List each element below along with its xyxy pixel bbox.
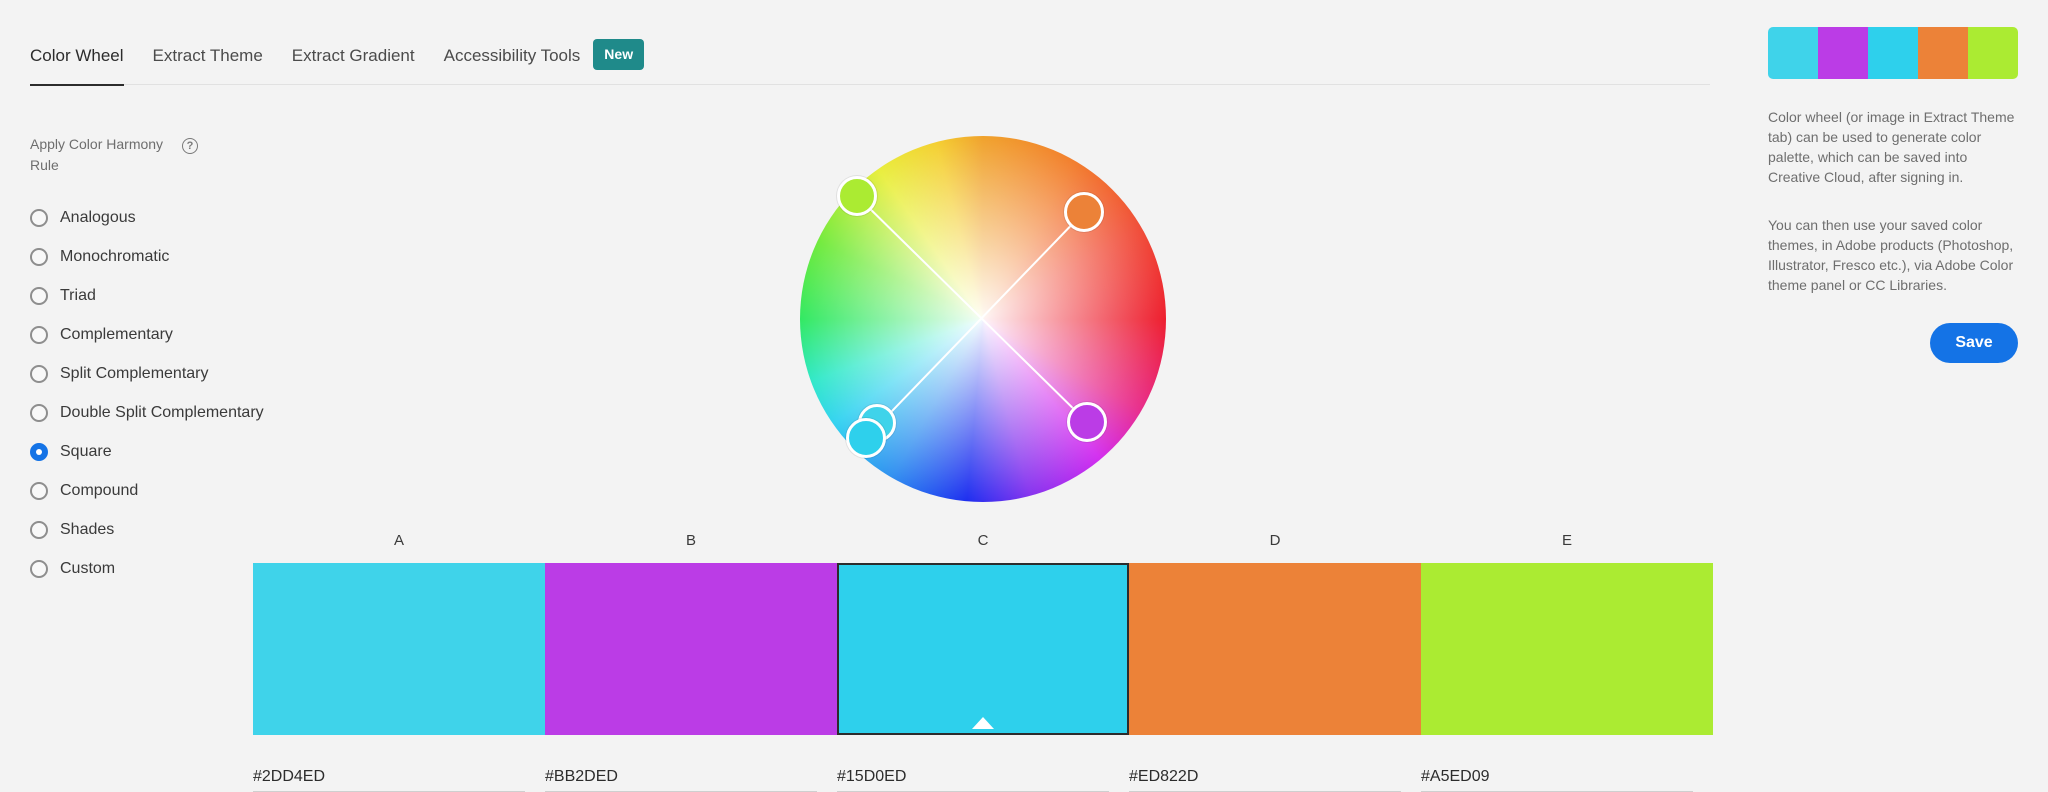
- rule-analogous[interactable]: Analogous: [30, 198, 264, 237]
- radio-compound[interactable]: [30, 481, 48, 500]
- new-badge: New: [593, 39, 645, 70]
- swatch-label-d: D: [1269, 532, 1281, 549]
- swatch-d[interactable]: [1129, 563, 1421, 735]
- rule-label: Monochromatic: [60, 247, 170, 265]
- help-icon[interactable]: ?: [182, 138, 198, 154]
- wheel-handle-b[interactable]: [1067, 402, 1107, 442]
- save-button[interactable]: Save: [1930, 323, 2018, 363]
- swatch-e[interactable]: [1421, 563, 1713, 735]
- rule-custom[interactable]: Custom: [30, 549, 264, 588]
- hex-field-a[interactable]: #2DD4ED: [253, 766, 525, 792]
- hex-field-c[interactable]: #15D0ED: [837, 766, 1109, 792]
- preview-swatch-b: [1818, 27, 1868, 79]
- info-paragraph-1: Color wheel (or image in Extract Theme t…: [1768, 109, 2015, 185]
- preview-swatch-c: [1868, 27, 1918, 79]
- swatch-label-b: B: [685, 532, 696, 549]
- rule-label: Compound: [60, 481, 139, 499]
- rule-monochromatic[interactable]: Monochromatic: [30, 237, 264, 276]
- tab-bar: Color Wheel Extract Theme Extract Gradie…: [30, 28, 1710, 86]
- rule-shades[interactable]: Shades: [30, 510, 264, 549]
- caret-up-icon: [972, 717, 994, 729]
- rule-label: Analogous: [60, 208, 136, 226]
- preview-swatch-e: [1968, 27, 2018, 79]
- radio-monochromatic[interactable]: [30, 247, 48, 266]
- wheel-handle-d[interactable]: [1064, 192, 1104, 232]
- theme-preview: [1768, 27, 2018, 79]
- rule-split-complementary[interactable]: Split Complementary: [30, 354, 264, 393]
- rule-label: Split Complementary: [60, 364, 209, 382]
- rule-label: Square: [60, 442, 112, 460]
- harmony-rule-list: Analogous Monochromatic Triad Complement…: [30, 198, 264, 588]
- radio-split-complementary[interactable]: [30, 364, 48, 383]
- radio-analogous[interactable]: [30, 208, 48, 227]
- tab-accessibility-tools[interactable]: Accessibility Tools: [444, 28, 581, 85]
- rule-label: Triad: [60, 286, 96, 304]
- wheel-handle-c[interactable]: [846, 418, 886, 458]
- rule-double-split-complementary[interactable]: Double Split Complementary: [30, 393, 264, 432]
- rule-complementary[interactable]: Complementary: [30, 315, 264, 354]
- harmony-rule-title: Apply Color Harmony Rule: [30, 136, 164, 173]
- hex-field-b[interactable]: #BB2DED: [545, 766, 817, 792]
- hex-field-d[interactable]: #ED822D: [1129, 766, 1401, 792]
- swatch-label-a: A: [393, 532, 404, 549]
- radio-square[interactable]: [30, 442, 48, 461]
- swatch-c[interactable]: [837, 563, 1129, 735]
- rule-label: Double Split Complementary: [60, 403, 264, 421]
- rule-compound[interactable]: Compound: [30, 471, 264, 510]
- info-paragraph-2: You can then use your saved color themes…: [1768, 217, 2014, 293]
- tab-color-wheel[interactable]: Color Wheel: [30, 28, 124, 86]
- rule-label: Complementary: [60, 325, 173, 343]
- radio-custom[interactable]: [30, 559, 48, 578]
- radio-double-split-complementary[interactable]: [30, 403, 48, 422]
- swatch-label-e: E: [1561, 532, 1572, 549]
- color-wheel[interactable]: [800, 136, 1166, 502]
- swatch-b[interactable]: [545, 563, 837, 735]
- radio-triad[interactable]: [30, 286, 48, 305]
- swatch-label-c: C: [977, 532, 989, 549]
- rule-label: Custom: [60, 559, 116, 577]
- radio-shades[interactable]: [30, 520, 48, 539]
- rule-triad[interactable]: Triad: [30, 276, 264, 315]
- preview-swatch-d: [1918, 27, 1968, 79]
- preview-swatch-a: [1768, 27, 1818, 79]
- wheel-handle-e[interactable]: [837, 176, 877, 216]
- rule-label: Shades: [60, 520, 115, 538]
- tab-extract-gradient[interactable]: Extract Gradient: [292, 28, 415, 85]
- hex-field-e[interactable]: #A5ED09: [1421, 766, 1693, 792]
- swatch-a[interactable]: [253, 563, 545, 735]
- rule-square[interactable]: Square: [30, 432, 264, 471]
- tab-extract-theme[interactable]: Extract Theme: [153, 28, 263, 85]
- radio-complementary[interactable]: [30, 325, 48, 344]
